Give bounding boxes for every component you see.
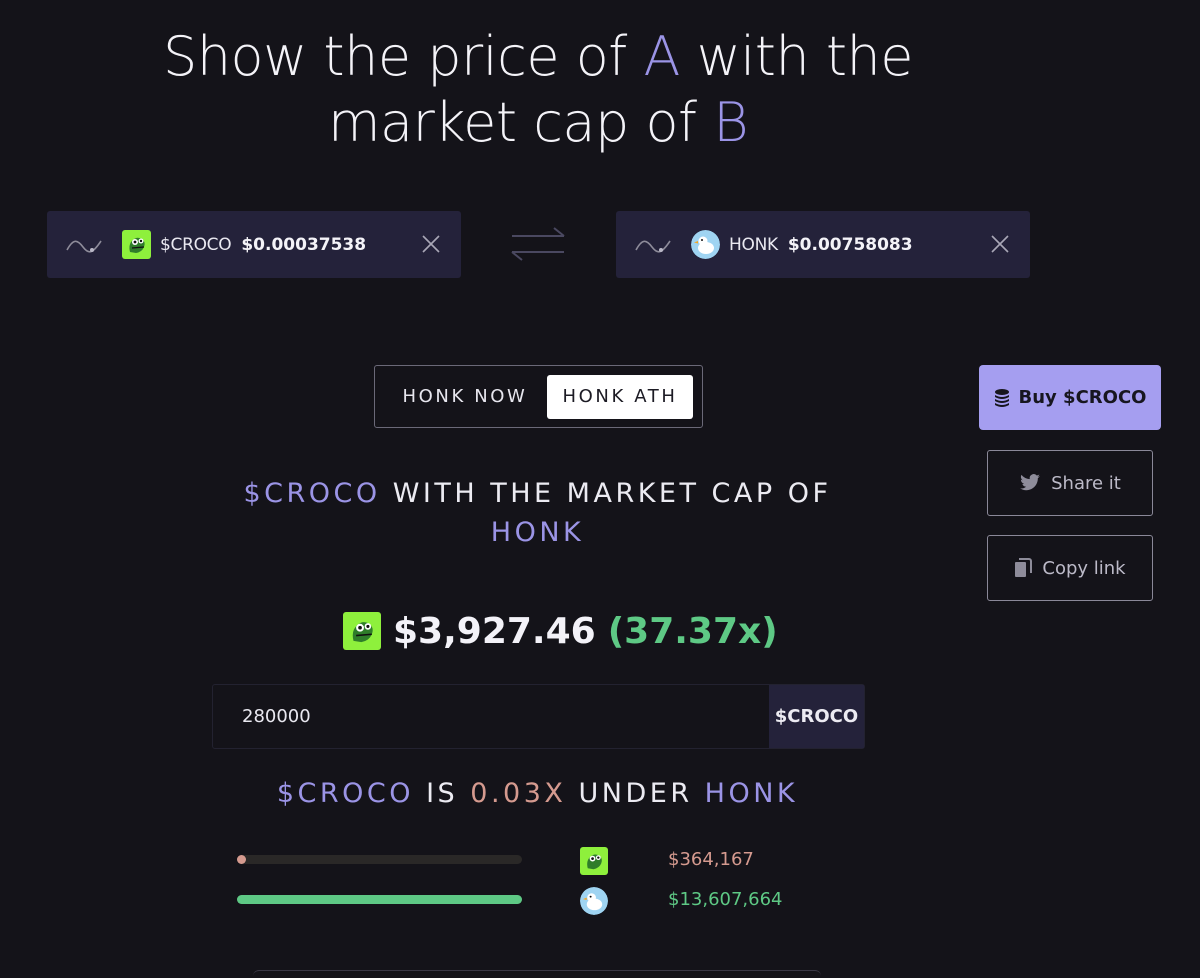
bar-track [237,855,522,864]
token-a-symbol: $CROCO [160,234,232,255]
honk-ath-toggle[interactable]: HONK ATH [547,374,693,419]
croco-avatar [580,847,608,875]
token-a-selector[interactable]: $CROCO $0.00037538 [47,211,461,278]
trend-icon [635,240,671,253]
croco-avatar [122,230,151,259]
amount-input[interactable] [213,685,769,748]
next-section-edge [253,970,821,978]
amount-unit: $CROCO [769,685,864,748]
comparison-token-a: $CROCO [243,478,381,509]
headline-token-b: B [713,91,749,154]
under-summary: $CROCO IS 0.03X UNDER HONK [200,778,875,809]
buy-button[interactable]: Buy $CROCO [979,365,1161,430]
comparison-token-b: HONK [490,517,585,548]
market-cap-toggle: HONK NOW HONK ATH [374,365,703,428]
under-text: UNDER [566,778,705,809]
croco-avatar [343,612,381,650]
honk-now-toggle[interactable]: HONK NOW [383,375,547,419]
headline-text: market cap of [327,91,714,154]
honk-avatar [691,230,720,259]
token-a-price: $0.00037538 [241,234,367,255]
twitter-icon [1020,474,1041,491]
amount-field: $CROCO [212,684,865,749]
bar-fill-croco [237,855,246,864]
token-b-price: $0.00758083 [787,234,913,255]
result-price: $3,927.46 [393,610,596,652]
result-row: $3,927.46 (37.37x) [343,606,778,656]
trend-icon [66,240,102,253]
close-icon[interactable] [421,234,441,254]
price-compare-page: Show the price of A with the market cap … [0,0,1200,978]
token-b-selector[interactable]: HONK $0.00758083 [616,211,1030,278]
headline-token-a: A [643,25,680,88]
close-icon[interactable] [990,234,1010,254]
copy-link-label: Copy link [1042,557,1126,579]
coins-icon [994,388,1009,407]
swap-icon[interactable] [508,224,568,264]
market-cap-croco: $364,167 [668,849,754,870]
comparison-text: WITH THE MARKET CAP OF [380,478,832,509]
honk-avatar [580,887,608,915]
comparison-heading: $CROCO WITH THE MARKET CAP OF HONK [200,474,875,552]
under-text: IS [414,778,471,809]
market-cap-honk: $13,607,664 [668,889,783,910]
share-button[interactable]: Share it [987,450,1153,516]
under-factor: 0.03X [470,778,567,809]
copy-icon [1015,558,1033,577]
result-multiplier: (37.37x) [607,610,778,652]
headline-text: Show the price of [163,25,644,88]
share-button-label: Share it [1051,472,1121,494]
copy-link-button[interactable]: Copy link [987,535,1153,601]
headline: Show the price of A with the market cap … [0,24,1076,156]
headline-text: with the [679,25,914,88]
token-b-symbol: HONK [729,234,778,255]
under-token-b: HONK [704,778,799,809]
bar-track [237,895,522,904]
bar-fill-honk [237,895,522,904]
under-token-a: $CROCO [276,778,415,809]
buy-button-label: Buy $CROCO [1018,387,1147,408]
